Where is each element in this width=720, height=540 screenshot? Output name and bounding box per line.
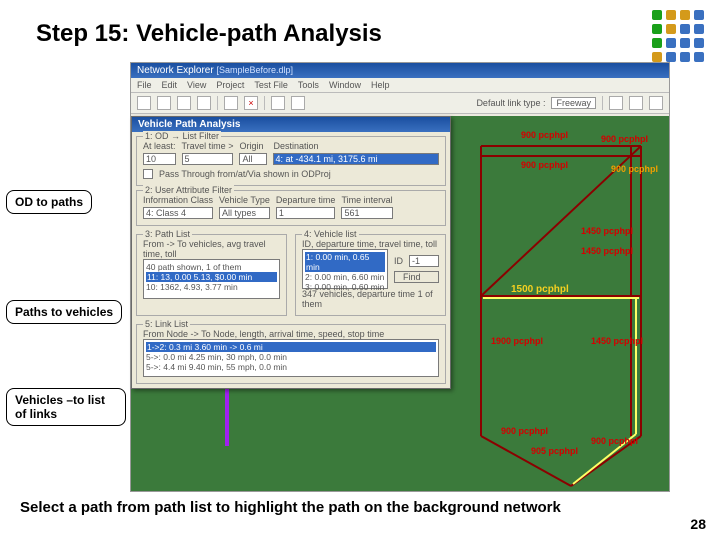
link-label: 900 pcphpl: [601, 134, 648, 144]
tb-save-icon[interactable]: [177, 96, 191, 110]
link-label: 900 pcphpl: [611, 164, 658, 174]
departure-input[interactable]: 1: [276, 207, 336, 219]
toolbar-label: Default link type :: [476, 98, 545, 108]
toolbar: × Default link type : Freeway: [131, 93, 669, 114]
link-label: 900 pcphpl: [591, 436, 638, 446]
tb-delete-icon[interactable]: ×: [244, 96, 258, 110]
group-od-filter: 1: OD → List Filter At least:10 Travel t…: [136, 136, 446, 186]
origin-dropdown[interactable]: All: [239, 153, 267, 165]
time-interval-input[interactable]: 561: [341, 207, 392, 219]
group-title: 4: Vehicle list: [302, 229, 359, 239]
callout-paths-vehicles: Paths to vehicles: [6, 300, 122, 324]
group-user-filter: 2: User Attribute Filter Information Cla…: [136, 190, 446, 226]
vehicle-path-dialog: Vehicle Path Analysis 1: OD → List Filte…: [131, 116, 451, 389]
callout-od-paths: OD to paths: [6, 190, 92, 214]
group-title: 5: Link List: [143, 319, 190, 329]
menu-view[interactable]: View: [187, 80, 206, 90]
find-button[interactable]: Find: [394, 271, 439, 283]
bottom-note: Select a path from path list to highligh…: [20, 499, 561, 516]
time-interval-label: Time interval: [341, 195, 392, 205]
link-label: 900 pcphpl: [521, 130, 568, 140]
tb-tool-a-icon[interactable]: [609, 96, 623, 110]
toolbar-separator: [602, 96, 603, 110]
dot-grid: [652, 10, 704, 62]
passthrough-checkbox[interactable]: [143, 169, 153, 179]
path-row-selected[interactable]: 11: 13, 0.00 5.13, $0.00 min: [146, 272, 277, 282]
toolbar-separator: [264, 96, 265, 110]
passthrough-label: Pass Through from/at/Via shown in ODProj: [159, 169, 331, 179]
link-type-dropdown[interactable]: Freeway: [551, 97, 596, 109]
link-row[interactable]: 5->: 4.4 mi 9.40 min, 55 mph, 0.0 min: [146, 362, 436, 372]
group-title: 1: OD → List Filter: [143, 131, 221, 141]
menu-edit[interactable]: Edit: [162, 80, 178, 90]
vehicle-note: 347 vehicles, departure time 1 of them: [302, 289, 439, 309]
window-titlebar: Network Explorer [SampleBefore.dlp]: [131, 63, 669, 78]
tb-new-icon[interactable]: [137, 96, 151, 110]
link-list-sub: From Node -> To Node, length, arrival ti…: [143, 329, 439, 339]
vehicle-type-label: Vehicle Type: [219, 195, 270, 205]
path-listbox[interactable]: 40 path shown, 1 of them 11: 13, 0.00 5.…: [143, 259, 280, 299]
tb-misc2-icon[interactable]: [291, 96, 305, 110]
menu-window[interactable]: Window: [329, 80, 361, 90]
tb-tool-b-icon[interactable]: [629, 96, 643, 110]
at-least-label: At least:: [143, 141, 176, 151]
slide-title: Step 15: Vehicle-path Analysis: [36, 20, 382, 48]
tb-open-icon[interactable]: [157, 96, 171, 110]
id-label: ID: [394, 256, 403, 266]
group-vehicle-list: 4: Vehicle list ID, departure time, trav…: [295, 234, 446, 316]
network-canvas: 900 pcphpl 900 pcphpl 900 pcphpl 900 pcp…: [131, 116, 669, 491]
group-title: 3: Path List: [143, 229, 192, 239]
menu-tools[interactable]: Tools: [298, 80, 319, 90]
link-listbox[interactable]: 1->2: 0.3 mi 3.60 min -> 0.6 mi 5->: 0.0…: [143, 339, 439, 377]
at-least-input[interactable]: 10: [143, 153, 176, 165]
vehicle-listbox[interactable]: 1: 0.00 min, 0.65 min 2: 0.00 min, 6.60 …: [302, 249, 388, 289]
menu-file[interactable]: File: [137, 80, 152, 90]
info-class-dropdown[interactable]: 4: Class 4: [143, 207, 213, 219]
window-title-text: Network Explorer: [137, 65, 214, 76]
departure-label: Departure time: [276, 195, 336, 205]
travel-time-input[interactable]: 5: [182, 153, 234, 165]
travel-time-label: Travel time >: [182, 141, 234, 151]
vehid-input[interactable]: -1: [409, 255, 439, 267]
tb-cut-icon[interactable]: [224, 96, 238, 110]
dest-label: Destination: [273, 141, 439, 151]
toolbar-separator: [217, 96, 218, 110]
tb-misc1-icon[interactable]: [271, 96, 285, 110]
menu-help[interactable]: Help: [371, 80, 390, 90]
link-row[interactable]: 5->: 0.0 mi 4.25 min, 30 mph, 0.0 min: [146, 352, 436, 362]
menu-project[interactable]: Project: [216, 80, 244, 90]
link-label: 1900 pcphpl: [491, 336, 543, 346]
link-label: 900 pcphpl: [501, 426, 548, 436]
origin-label: Origin: [239, 141, 267, 151]
link-label: 905 pcphpl: [531, 446, 578, 456]
dest-dropdown[interactable]: 4: at -434.1 mi, 3175.6 mi: [273, 153, 439, 165]
tb-tool-c-icon[interactable]: [649, 96, 663, 110]
group-path-list: 3: Path List From -> To vehicles, avg tr…: [136, 234, 287, 316]
menu-test file[interactable]: Test File: [254, 80, 288, 90]
link-label: 1450 pcphpl: [581, 246, 633, 256]
vehicle-type-dropdown[interactable]: All types: [219, 207, 270, 219]
app-screenshot: Network Explorer [SampleBefore.dlp] File…: [130, 62, 670, 492]
tb-print-icon[interactable]: [197, 96, 211, 110]
window-subtitle: [SampleBefore.dlp]: [216, 65, 293, 75]
vehicle-list-sub: ID, departure time, travel time, toll: [302, 239, 439, 249]
info-class-label: Information Class: [143, 195, 213, 205]
dialog-title: Vehicle Path Analysis: [132, 117, 450, 132]
link-label: 1450 pcphpl: [591, 336, 643, 346]
path-row: 40 path shown, 1 of them: [146, 262, 277, 272]
page-number: 28: [690, 516, 706, 532]
link-label: 900 pcphpl: [521, 160, 568, 170]
vehicle-row-selected[interactable]: 1: 0.00 min, 0.65 min: [305, 252, 385, 272]
menubar[interactable]: File Edit View Project Test File Tools Window H…: [131, 78, 669, 93]
link-label: 1450 pcphpl: [581, 226, 633, 236]
vehicle-row[interactable]: 2: 0.00 min, 6.60 min: [305, 272, 385, 282]
path-list-sub: From -> To vehicles, avg travel time, to…: [143, 239, 280, 259]
group-title: 2: User Attribute Filter: [143, 185, 234, 195]
link-row-selected[interactable]: 1->2: 0.3 mi 3.60 min -> 0.6 mi: [146, 342, 436, 352]
callout-vehicles-links: Vehicles –to list of links: [6, 388, 126, 426]
group-link-list: 5: Link List From Node -> To Node, lengt…: [136, 324, 446, 384]
path-row[interactable]: 10: 1362, 4.93, 3.77 min: [146, 282, 277, 292]
link-label: 1500 pcphpl: [511, 284, 569, 295]
